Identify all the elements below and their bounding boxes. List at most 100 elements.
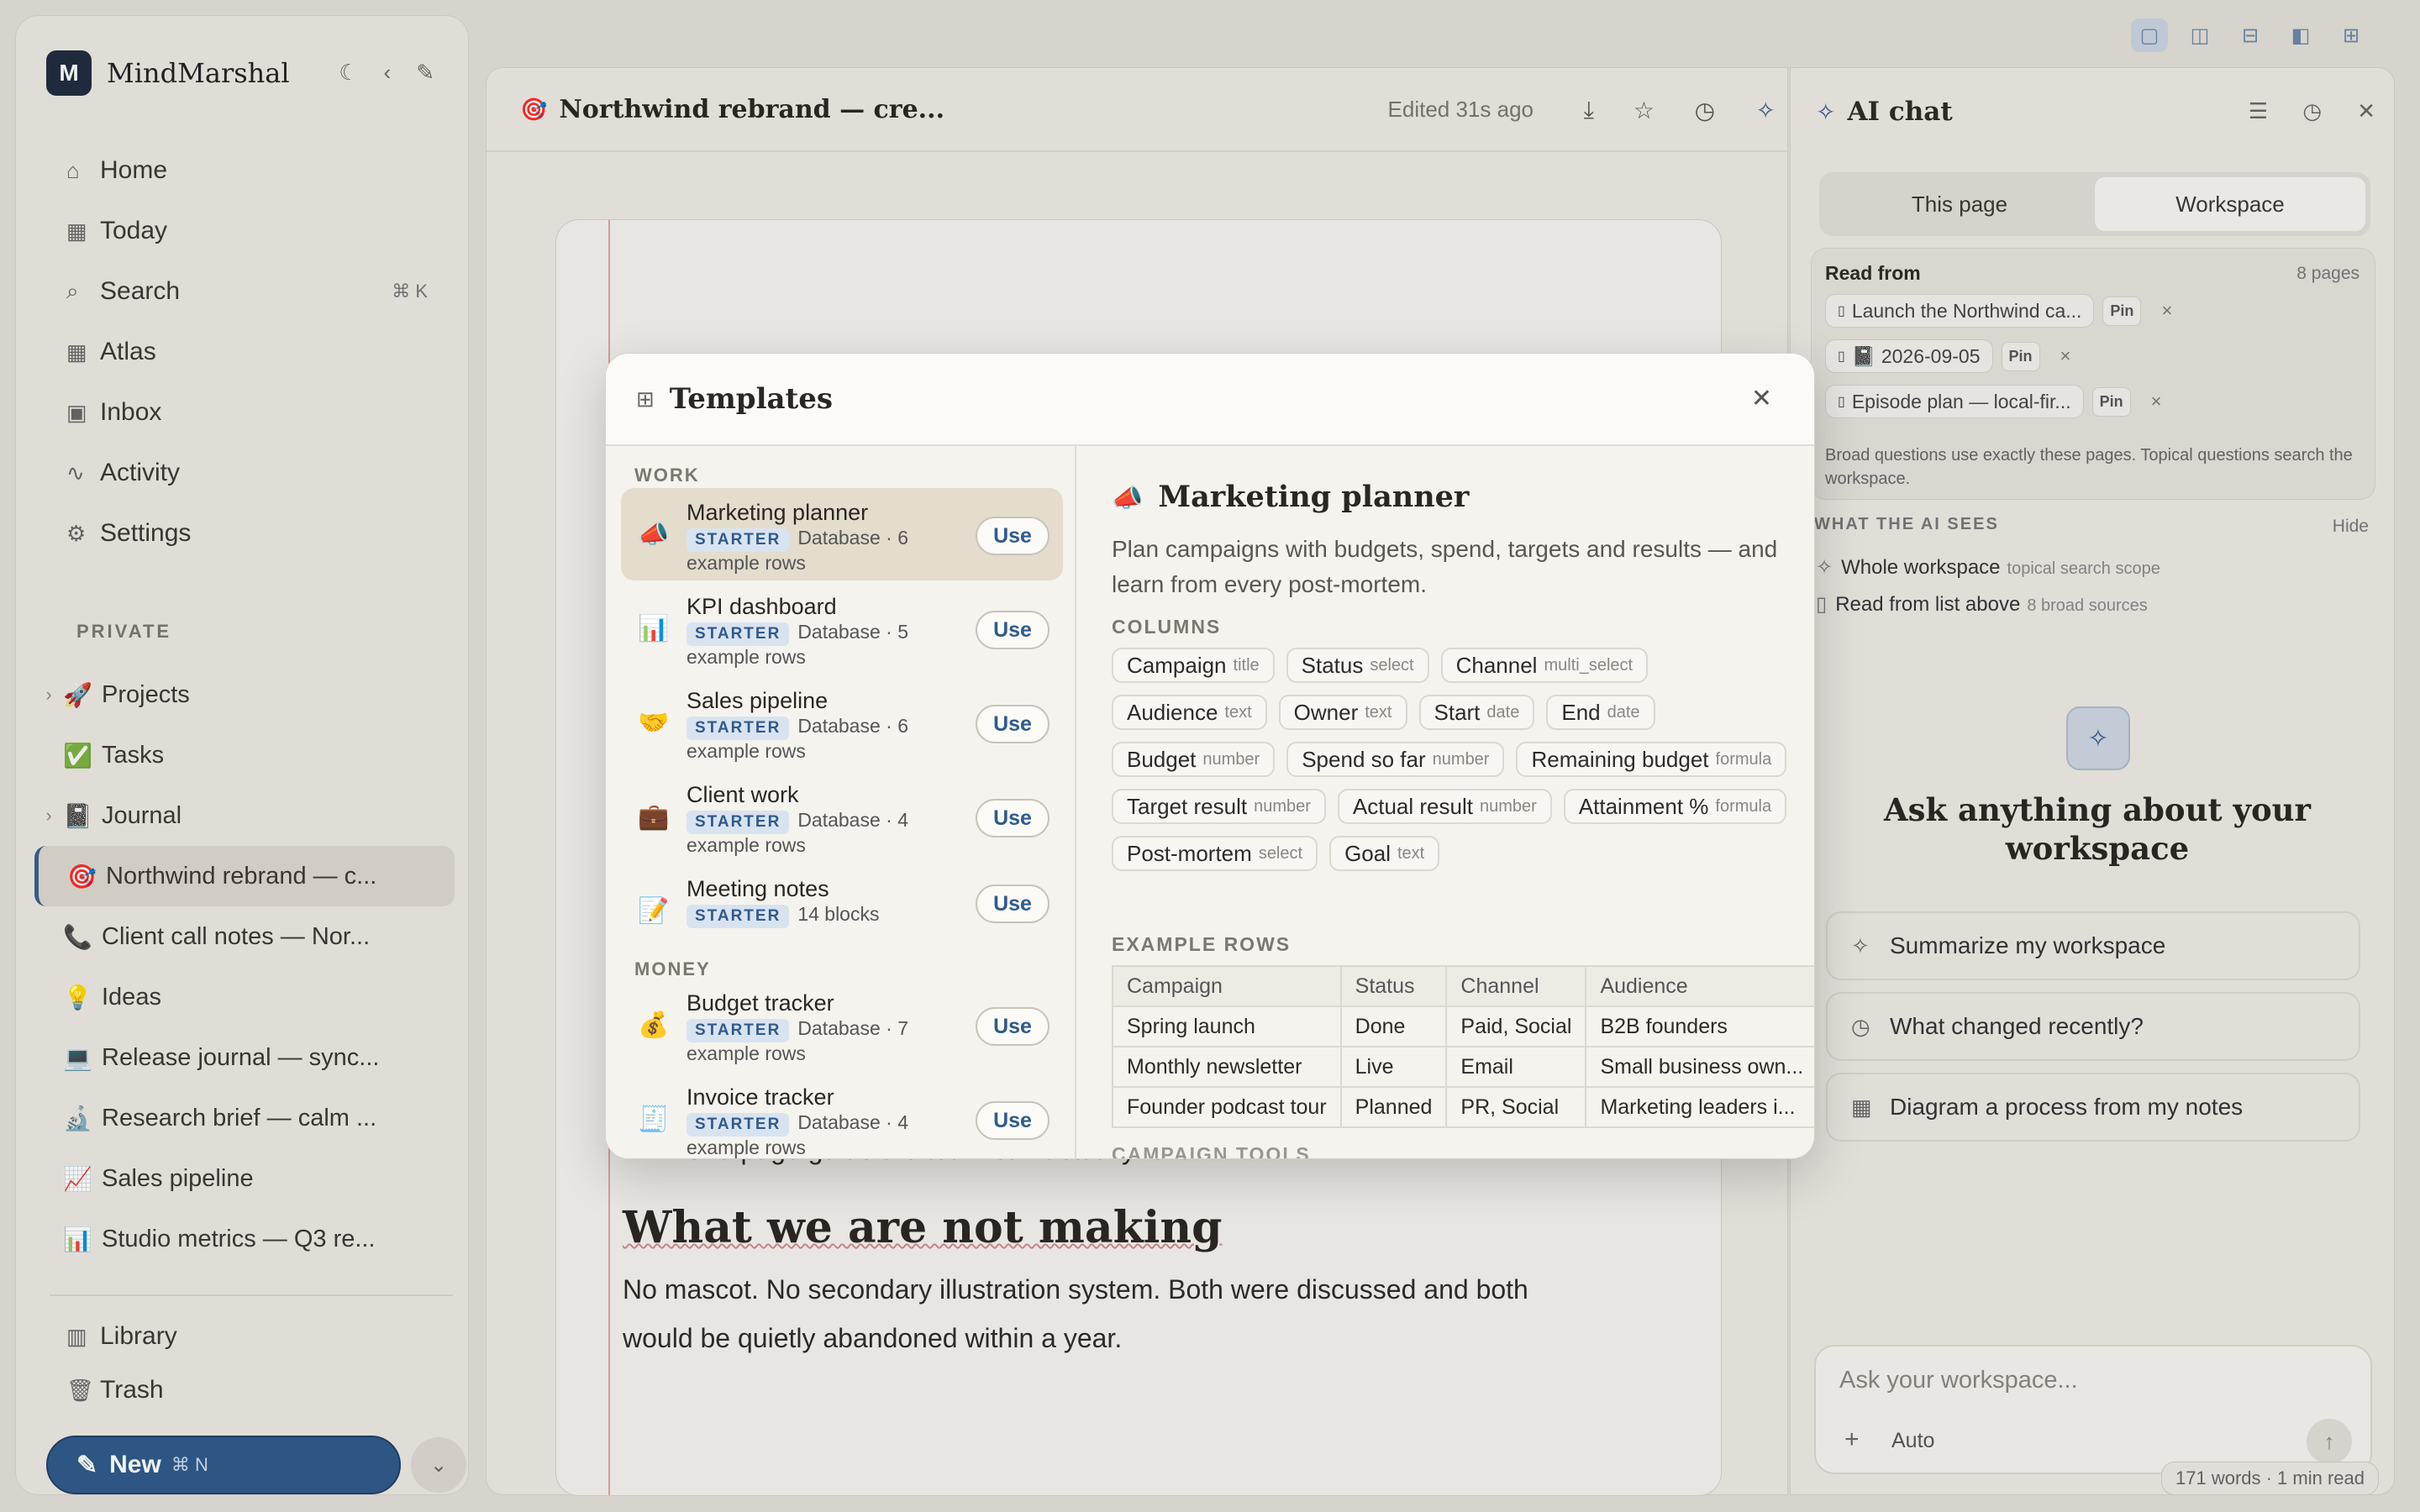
column-chip: Attainment % formula [1563, 789, 1787, 824]
new-page-button[interactable]: ✎ New ⌘ N [46, 1436, 401, 1494]
tab-this-page[interactable]: This page [1824, 177, 2095, 231]
sidebar-item-trash[interactable]: 🗑 Trash [50, 1363, 453, 1417]
use-template-button[interactable]: Use [976, 1007, 1050, 1046]
column-name: Budget [1127, 746, 1197, 772]
template-meta: STARTER 14 blocks [687, 903, 955, 928]
ask-heading: Ask anything about your workspace [1883, 791, 2312, 867]
pin-button[interactable]: Pin [2091, 386, 2131, 417]
layout-single-icon[interactable]: ▢ [2131, 18, 2168, 52]
chevron-right-icon[interactable]: › [34, 684, 63, 706]
compose-icon[interactable]: ✎ [416, 60, 434, 86]
shortcut-hint: ⌘ K [392, 281, 428, 302]
arrow-up-icon: ↑ [2323, 1428, 2335, 1454]
star-icon[interactable]: ☆ [1634, 97, 1655, 124]
doc-paragraph[interactable]: No mascot. No secondary illustration sys… [623, 1265, 1597, 1362]
use-template-button[interactable]: Use [976, 517, 1050, 555]
moon-icon[interactable]: ☾ [339, 60, 358, 86]
ai-input-placeholder[interactable]: Ask your workspace... [1839, 1367, 2078, 1394]
template-item[interactable]: 📝 Meeting notes STARTER 14 blocks Use [621, 864, 1063, 940]
layout-sidepanel-icon[interactable]: ◧ [2282, 18, 2319, 52]
collapse-sidebar-icon[interactable]: ‹ [384, 60, 392, 86]
tree-item[interactable]: 📊 Studio metrics — Q3 re... [34, 1209, 455, 1269]
tree-item[interactable]: › 🚀 Projects [34, 664, 455, 725]
list-icon[interactable]: ☰ [2249, 98, 2268, 124]
ai-input-box[interactable]: Ask your workspace... + Auto ↑ [1814, 1345, 2372, 1474]
remove-icon[interactable]: × [2060, 345, 2071, 367]
tree-item[interactable]: 📞 Client call notes — Nor... [34, 906, 455, 967]
template-item[interactable]: 💰 Budget tracker STARTER Database · 7 examp… [621, 979, 1063, 1071]
hide-button[interactable]: Hide [2333, 517, 2369, 537]
remove-icon[interactable]: × [2161, 300, 2172, 322]
page-title[interactable]: Northwind rebrand — cre... [559, 95, 944, 124]
plus-icon[interactable]: + [1844, 1425, 1860, 1454]
source-chip[interactable]: ▯ Launch the Northwind ca... [1825, 294, 2095, 328]
tree-item[interactable]: 📈 Sales pipeline [34, 1148, 455, 1209]
tree-item[interactable]: › 📓 Journal [34, 785, 455, 846]
new-options-button[interactable]: ⌄ [411, 1437, 466, 1493]
column-type: formula [1715, 796, 1772, 816]
trash-label: Trash [100, 1376, 164, 1404]
tree-item[interactable]: 💻 Release journal — sync... [34, 1027, 455, 1088]
suggestion-button[interactable]: ✧ Summarize my workspace [1826, 911, 2360, 980]
tree-item[interactable]: 💡 Ideas [34, 967, 455, 1027]
history-icon[interactable]: ◷ [2302, 98, 2322, 124]
sidebar-item-activity[interactable]: ∿ Activity [50, 443, 453, 503]
doc-heading[interactable]: What we are not making [623, 1202, 1631, 1253]
template-item[interactable]: 📣 Marketing planner STARTER Database · 6 ex… [621, 488, 1063, 580]
sidebar-item-library[interactable]: ▥ Library [50, 1310, 453, 1363]
send-button[interactable]: ↑ [2307, 1419, 2352, 1464]
ai-sparkle-icon[interactable]: ✧ [1756, 97, 1776, 124]
use-template-button[interactable]: Use [976, 611, 1050, 649]
source-chip[interactable]: ▯ Episode plan — local-fir... [1825, 385, 2084, 418]
template-item[interactable]: 🧾 Invoice tracker STARTER Database · 4 exam… [621, 1073, 1063, 1158]
tree-item-label: Northwind rebrand — c... [106, 862, 377, 890]
use-template-button[interactable]: Use [976, 1101, 1050, 1140]
sidebar-item-settings[interactable]: ⚙ Settings [50, 503, 453, 564]
column-name: Remaining budget [1531, 746, 1709, 772]
sidebar-item-label: Inbox [100, 398, 162, 426]
layout-grid-icon[interactable]: ⊞ [2333, 18, 2370, 52]
calendar-icon: ▦ [66, 218, 87, 244]
use-template-button[interactable]: Use [976, 799, 1050, 837]
source-chip[interactable]: ▯ 📓 2026-09-05 [1825, 339, 1993, 373]
download-icon[interactable]: ⤓ [1584, 97, 1594, 124]
suggestion-button[interactable]: ▦ Diagram a process from my notes [1826, 1073, 2360, 1142]
use-template-button[interactable]: Use [976, 705, 1050, 743]
close-icon[interactable]: ✕ [2357, 98, 2375, 124]
new-shortcut: ⌘ N [171, 1454, 208, 1475]
word-count: 171 words · 1 min read [2161, 1462, 2379, 1495]
page-icon: ▯ [1838, 349, 1845, 364]
sidebar-item-atlas[interactable]: ▦ Atlas [50, 322, 453, 382]
layout-stack-icon[interactable]: ⊟ [2232, 18, 2269, 52]
tree-item[interactable]: 🎯 Northwind rebrand — c... [34, 846, 455, 906]
template-item[interactable]: 🤝 Sales pipeline STARTER Database · 6 examp… [621, 676, 1063, 769]
brand[interactable]: M MindMarshal [46, 50, 290, 97]
pin-button[interactable]: Pin [2001, 341, 2040, 371]
template-item[interactable]: 💼 Client work STARTER Database · 4 example … [621, 770, 1063, 863]
templates-modal: ⊞ Templates ✕ WORK MONEY 📣 Marketing plan… [605, 353, 1815, 1159]
table-cell: Planned [1339, 1086, 1448, 1128]
tree-item[interactable]: 🔬 Research brief — calm ... [34, 1088, 455, 1148]
pin-button[interactable]: Pin [2102, 296, 2142, 326]
app-logo: M [46, 50, 92, 96]
column-chip: Spend so far number [1286, 742, 1505, 777]
sidebar-item-today[interactable]: ▦ Today [50, 201, 453, 261]
history-icon[interactable]: ◷ [1695, 97, 1715, 124]
close-icon[interactable]: ✕ [1751, 384, 1772, 413]
tree-item[interactable]: ✅ Tasks [34, 725, 455, 785]
use-template-button[interactable]: Use [976, 885, 1050, 923]
page-emoji-icon: 📊 [63, 1226, 92, 1252]
column-name: Audience [1127, 699, 1218, 725]
tab-workspace[interactable]: Workspace [2095, 177, 2365, 231]
sidebar-item-home[interactable]: ⌂ Home [50, 140, 453, 201]
template-item[interactable]: 📊 KPI dashboard STARTER Database · 5 exampl… [621, 582, 1063, 675]
layout-split-icon[interactable]: ◫ [2181, 18, 2218, 52]
sidebar-item-search[interactable]: ⌕ Search ⌘ K [50, 261, 453, 322]
mode-selector[interactable]: Auto [1891, 1429, 1934, 1453]
suggestion-button[interactable]: ◷ What changed recently? [1826, 992, 2360, 1061]
remove-icon[interactable]: × [2151, 391, 2162, 412]
chevron-right-icon[interactable]: › [34, 805, 63, 827]
tree-item-label: Release journal — sync... [102, 1043, 380, 1071]
sidebar-item-inbox[interactable]: ▣ Inbox [50, 382, 453, 443]
tree-item-label: Projects [102, 680, 190, 708]
